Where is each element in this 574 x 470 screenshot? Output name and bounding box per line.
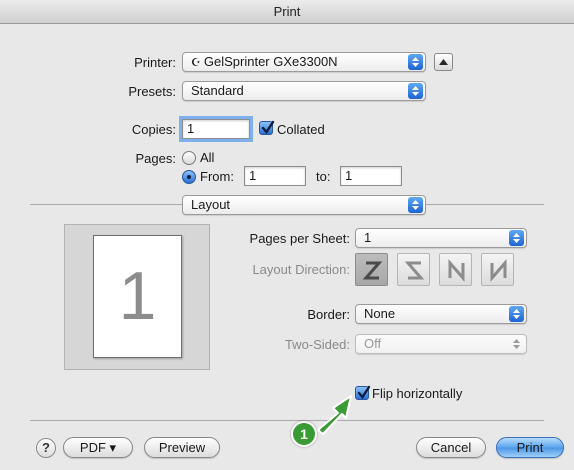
pages-from-field[interactable]: 1 — [244, 166, 306, 186]
direction-n-button[interactable] — [439, 253, 472, 286]
popup-arrows-icon — [509, 306, 524, 322]
pages-all-radio[interactable] — [182, 151, 196, 165]
checkmark-icon — [357, 385, 371, 399]
collated-label: Collated — [277, 122, 325, 137]
border-value: None — [364, 306, 396, 321]
pages-to-field[interactable]: 1 — [340, 166, 402, 186]
disclosure-button[interactable] — [434, 53, 453, 71]
direction-z-button[interactable] — [355, 253, 388, 286]
print-dialog: Print Printer: ☪ GelSprinter GXe3300N Pre… — [0, 0, 574, 470]
popup-arrows-icon — [408, 83, 423, 99]
presets-popup[interactable]: Standard — [182, 81, 426, 101]
checkmark-icon — [261, 120, 275, 134]
border-popup[interactable]: None — [355, 304, 527, 324]
reverse-z-icon — [404, 261, 425, 280]
print-button[interactable]: Print — [496, 437, 564, 458]
pdf-button[interactable]: PDF ▾ — [63, 437, 133, 458]
popup-arrows-icon — [408, 54, 423, 70]
flip-horizontally-label: Flip horizontally — [372, 386, 463, 401]
preview-page-number: 1 — [118, 258, 157, 334]
triangle-up-icon — [439, 59, 448, 65]
presets-label: Presets: — [128, 84, 176, 99]
pages-from-radio[interactable] — [182, 170, 196, 184]
callout-number-badge: 1 — [291, 421, 317, 447]
popup-arrows-icon — [509, 230, 524, 246]
pages-label: Pages: — [135, 151, 176, 166]
direction-reverse-z-button[interactable] — [397, 253, 430, 286]
pages-per-sheet-label: Pages per Sheet: — [249, 231, 350, 246]
footer-divider — [30, 420, 544, 421]
popup-arrows-icon — [509, 336, 524, 352]
printer-value: GelSprinter GXe3300N — [203, 54, 338, 69]
pages-all-label: All — [200, 150, 215, 165]
printer-status-icon: ☪ — [191, 57, 201, 69]
z-icon — [362, 261, 383, 280]
pages-per-sheet-value: 1 — [364, 230, 372, 245]
two-sided-value: Off — [364, 336, 382, 351]
border-label: Border: — [307, 307, 350, 322]
copies-label: Copies: — [131, 122, 176, 137]
preview-button[interactable]: Preview — [144, 437, 220, 458]
two-sided-label: Two-Sided: — [284, 337, 350, 352]
pages-from-label: From: — [200, 169, 234, 184]
popup-arrows-icon — [408, 197, 423, 213]
printer-label: Printer: — [134, 55, 176, 70]
cancel-button[interactable]: Cancel — [416, 437, 486, 458]
collated-checkbox[interactable] — [259, 120, 275, 135]
help-button[interactable]: ? — [36, 438, 56, 458]
reverse-n-icon — [490, 258, 507, 283]
direction-reverse-n-button[interactable] — [481, 253, 514, 286]
section-popup[interactable]: Layout — [182, 195, 426, 215]
window-title: Print — [0, 0, 574, 24]
layout-direction-label: Layout Direction: — [252, 262, 350, 277]
n-icon — [448, 258, 465, 283]
two-sided-popup[interactable]: Off — [355, 334, 527, 354]
preview-page: 1 — [93, 235, 182, 358]
copies-field[interactable]: 1 — [179, 116, 253, 142]
pages-per-sheet-popup[interactable]: 1 — [355, 228, 527, 248]
section-value: Layout — [191, 197, 231, 212]
pages-to-label: to: — [316, 169, 331, 184]
presets-value: Standard — [191, 83, 244, 98]
printer-popup[interactable]: ☪ GelSprinter GXe3300N — [182, 52, 426, 72]
flip-horizontally-checkbox[interactable] — [355, 385, 371, 400]
